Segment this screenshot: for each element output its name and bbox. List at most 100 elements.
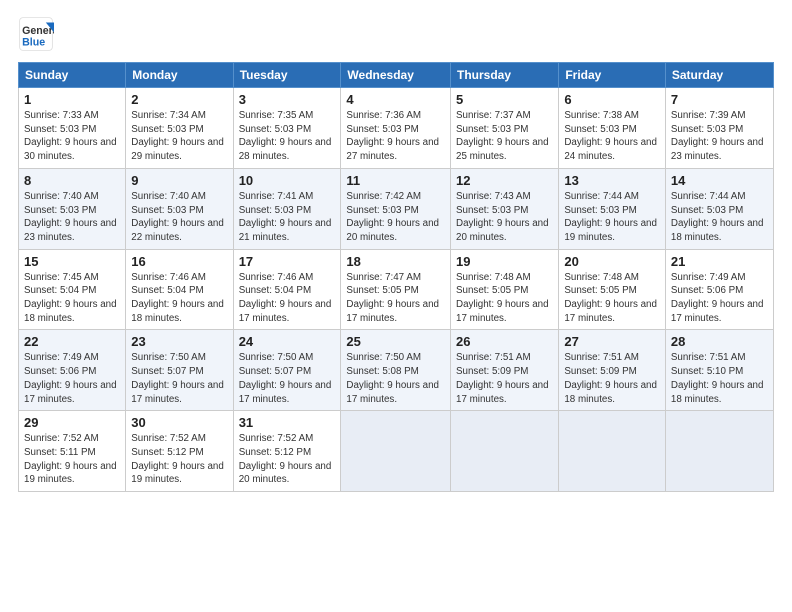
calendar-cell: 13 Sunrise: 7:44 AMSunset: 5:03 PMDaylig… [559,168,666,249]
calendar-cell: 8 Sunrise: 7:40 AMSunset: 5:03 PMDayligh… [19,168,126,249]
day-info: Sunrise: 7:52 AMSunset: 5:12 PMDaylight:… [131,433,224,485]
day-number: 6 [564,92,660,107]
header: General Blue [18,16,774,52]
calendar-cell: 4 Sunrise: 7:36 AMSunset: 5:03 PMDayligh… [341,88,451,169]
logo: General Blue [18,16,56,52]
day-info: Sunrise: 7:51 AMSunset: 5:09 PMDaylight:… [456,352,549,404]
day-number: 22 [24,334,120,349]
calendar-table: SundayMondayTuesdayWednesdayThursdayFrid… [18,62,774,492]
svg-text:General: General [22,25,54,37]
day-number: 27 [564,334,660,349]
calendar-cell: 23 Sunrise: 7:50 AMSunset: 5:07 PMDaylig… [126,330,233,411]
day-number: 3 [239,92,336,107]
day-info: Sunrise: 7:50 AMSunset: 5:08 PMDaylight:… [346,352,439,404]
day-number: 9 [131,173,227,188]
day-number: 23 [131,334,227,349]
calendar-cell [341,411,451,492]
weekday-friday: Friday [559,63,666,88]
calendar-cell: 3 Sunrise: 7:35 AMSunset: 5:03 PMDayligh… [233,88,341,169]
day-info: Sunrise: 7:34 AMSunset: 5:03 PMDaylight:… [131,110,224,162]
week-row-1: 1 Sunrise: 7:33 AMSunset: 5:03 PMDayligh… [19,88,774,169]
calendar-cell: 19 Sunrise: 7:48 AMSunset: 5:05 PMDaylig… [451,249,559,330]
day-info: Sunrise: 7:49 AMSunset: 5:06 PMDaylight:… [24,352,117,404]
day-number: 24 [239,334,336,349]
day-info: Sunrise: 7:40 AMSunset: 5:03 PMDaylight:… [131,191,224,243]
calendar-cell: 29 Sunrise: 7:52 AMSunset: 5:11 PMDaylig… [19,411,126,492]
day-info: Sunrise: 7:46 AMSunset: 5:04 PMDaylight:… [131,272,224,324]
calendar-cell: 1 Sunrise: 7:33 AMSunset: 5:03 PMDayligh… [19,88,126,169]
day-number: 19 [456,254,553,269]
day-info: Sunrise: 7:48 AMSunset: 5:05 PMDaylight:… [456,272,549,324]
calendar-cell: 30 Sunrise: 7:52 AMSunset: 5:12 PMDaylig… [126,411,233,492]
weekday-monday: Monday [126,63,233,88]
day-info: Sunrise: 7:51 AMSunset: 5:09 PMDaylight:… [564,352,657,404]
day-number: 1 [24,92,120,107]
weekday-tuesday: Tuesday [233,63,341,88]
day-info: Sunrise: 7:52 AMSunset: 5:11 PMDaylight:… [24,433,117,485]
day-info: Sunrise: 7:50 AMSunset: 5:07 PMDaylight:… [131,352,224,404]
day-number: 5 [456,92,553,107]
day-info: Sunrise: 7:52 AMSunset: 5:12 PMDaylight:… [239,433,332,485]
calendar-cell: 17 Sunrise: 7:46 AMSunset: 5:04 PMDaylig… [233,249,341,330]
day-number: 30 [131,415,227,430]
calendar-cell: 9 Sunrise: 7:40 AMSunset: 5:03 PMDayligh… [126,168,233,249]
weekday-thursday: Thursday [451,63,559,88]
day-info: Sunrise: 7:47 AMSunset: 5:05 PMDaylight:… [346,272,439,324]
calendar-cell: 5 Sunrise: 7:37 AMSunset: 5:03 PMDayligh… [451,88,559,169]
week-row-5: 29 Sunrise: 7:52 AMSunset: 5:11 PMDaylig… [19,411,774,492]
day-info: Sunrise: 7:42 AMSunset: 5:03 PMDaylight:… [346,191,439,243]
calendar-cell: 14 Sunrise: 7:44 AMSunset: 5:03 PMDaylig… [665,168,773,249]
day-number: 28 [671,334,768,349]
day-info: Sunrise: 7:36 AMSunset: 5:03 PMDaylight:… [346,110,439,162]
week-row-2: 8 Sunrise: 7:40 AMSunset: 5:03 PMDayligh… [19,168,774,249]
calendar-cell: 22 Sunrise: 7:49 AMSunset: 5:06 PMDaylig… [19,330,126,411]
day-number: 8 [24,173,120,188]
day-number: 11 [346,173,445,188]
day-number: 4 [346,92,445,107]
day-number: 29 [24,415,120,430]
day-info: Sunrise: 7:39 AMSunset: 5:03 PMDaylight:… [671,110,764,162]
week-row-3: 15 Sunrise: 7:45 AMSunset: 5:04 PMDaylig… [19,249,774,330]
logo-icon: General Blue [18,16,54,52]
calendar-cell: 16 Sunrise: 7:46 AMSunset: 5:04 PMDaylig… [126,249,233,330]
svg-text:Blue: Blue [22,36,45,48]
calendar-cell [559,411,666,492]
calendar-cell: 31 Sunrise: 7:52 AMSunset: 5:12 PMDaylig… [233,411,341,492]
day-info: Sunrise: 7:51 AMSunset: 5:10 PMDaylight:… [671,352,764,404]
calendar-cell: 24 Sunrise: 7:50 AMSunset: 5:07 PMDaylig… [233,330,341,411]
calendar-cell: 6 Sunrise: 7:38 AMSunset: 5:03 PMDayligh… [559,88,666,169]
day-info: Sunrise: 7:46 AMSunset: 5:04 PMDaylight:… [239,272,332,324]
calendar-cell: 15 Sunrise: 7:45 AMSunset: 5:04 PMDaylig… [19,249,126,330]
calendar-cell [665,411,773,492]
calendar-page: General Blue SundayMondayTuesdayWednesda… [0,0,792,612]
calendar-cell: 11 Sunrise: 7:42 AMSunset: 5:03 PMDaylig… [341,168,451,249]
day-number: 17 [239,254,336,269]
calendar-cell: 7 Sunrise: 7:39 AMSunset: 5:03 PMDayligh… [665,88,773,169]
day-info: Sunrise: 7:44 AMSunset: 5:03 PMDaylight:… [671,191,764,243]
weekday-saturday: Saturday [665,63,773,88]
day-number: 25 [346,334,445,349]
day-info: Sunrise: 7:49 AMSunset: 5:06 PMDaylight:… [671,272,764,324]
calendar-cell: 10 Sunrise: 7:41 AMSunset: 5:03 PMDaylig… [233,168,341,249]
week-row-4: 22 Sunrise: 7:49 AMSunset: 5:06 PMDaylig… [19,330,774,411]
calendar-cell: 2 Sunrise: 7:34 AMSunset: 5:03 PMDayligh… [126,88,233,169]
day-info: Sunrise: 7:35 AMSunset: 5:03 PMDaylight:… [239,110,332,162]
day-info: Sunrise: 7:44 AMSunset: 5:03 PMDaylight:… [564,191,657,243]
day-info: Sunrise: 7:37 AMSunset: 5:03 PMDaylight:… [456,110,549,162]
day-info: Sunrise: 7:38 AMSunset: 5:03 PMDaylight:… [564,110,657,162]
calendar-cell: 26 Sunrise: 7:51 AMSunset: 5:09 PMDaylig… [451,330,559,411]
day-number: 16 [131,254,227,269]
weekday-sunday: Sunday [19,63,126,88]
calendar-cell: 25 Sunrise: 7:50 AMSunset: 5:08 PMDaylig… [341,330,451,411]
day-number: 20 [564,254,660,269]
day-info: Sunrise: 7:33 AMSunset: 5:03 PMDaylight:… [24,110,117,162]
day-number: 14 [671,173,768,188]
day-info: Sunrise: 7:43 AMSunset: 5:03 PMDaylight:… [456,191,549,243]
day-number: 18 [346,254,445,269]
calendar-cell: 27 Sunrise: 7:51 AMSunset: 5:09 PMDaylig… [559,330,666,411]
day-number: 21 [671,254,768,269]
day-info: Sunrise: 7:48 AMSunset: 5:05 PMDaylight:… [564,272,657,324]
day-number: 31 [239,415,336,430]
day-info: Sunrise: 7:45 AMSunset: 5:04 PMDaylight:… [24,272,117,324]
day-number: 15 [24,254,120,269]
